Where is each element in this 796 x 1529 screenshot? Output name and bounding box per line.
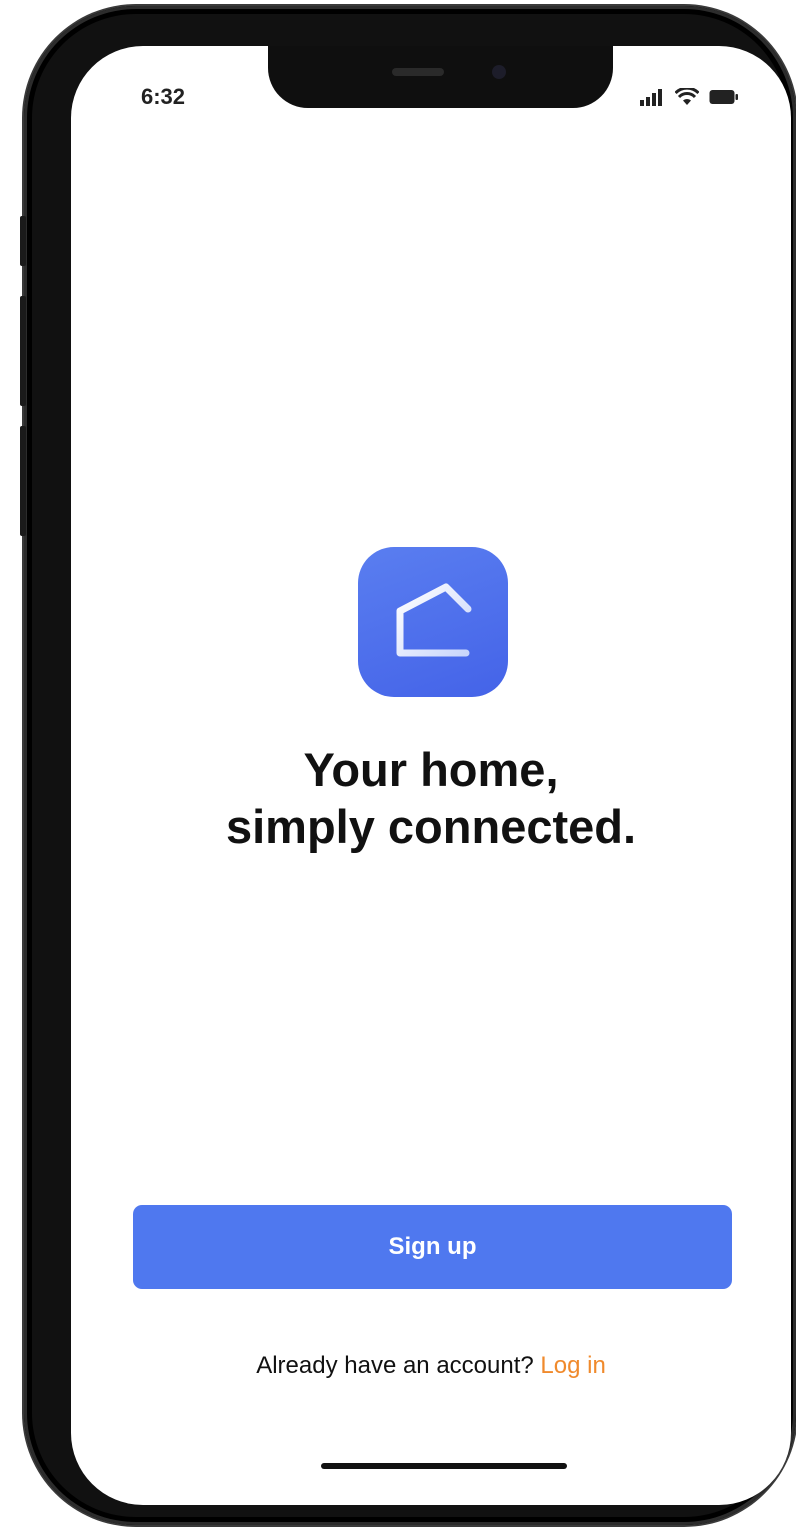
status-icons bbox=[639, 88, 739, 106]
login-prompt-text: Already have an account? bbox=[256, 1352, 541, 1379]
home-indicator[interactable] bbox=[321, 1463, 567, 1469]
headline-line-1: Your home, bbox=[303, 743, 559, 796]
front-camera bbox=[492, 65, 506, 79]
silent-switch bbox=[20, 216, 26, 266]
signal-icon bbox=[640, 89, 662, 106]
volume-up-button bbox=[20, 296, 26, 406]
app-logo bbox=[358, 547, 508, 697]
screen: 6:32 Your home, simply connected. Sign u… bbox=[71, 46, 791, 1505]
login-link[interactable]: Log in bbox=[540, 1352, 605, 1379]
battery-icon bbox=[709, 90, 738, 104]
house-icon bbox=[396, 583, 472, 657]
status-time: 6:32 bbox=[141, 84, 186, 109]
login-prompt-row: Already have an account? Log in bbox=[71, 1352, 791, 1380]
page-title: Your home, simply connected. bbox=[71, 741, 791, 855]
wifi-icon bbox=[675, 88, 699, 105]
speaker-grille bbox=[392, 68, 444, 76]
phone-frame: 6:32 Your home, simply connected. Sign u… bbox=[20, 6, 796, 1525]
volume-down-button bbox=[20, 426, 26, 536]
notch bbox=[268, 46, 613, 108]
headline-line-2: simply connected. bbox=[225, 800, 637, 853]
signup-button[interactable]: Sign up bbox=[133, 1205, 732, 1289]
